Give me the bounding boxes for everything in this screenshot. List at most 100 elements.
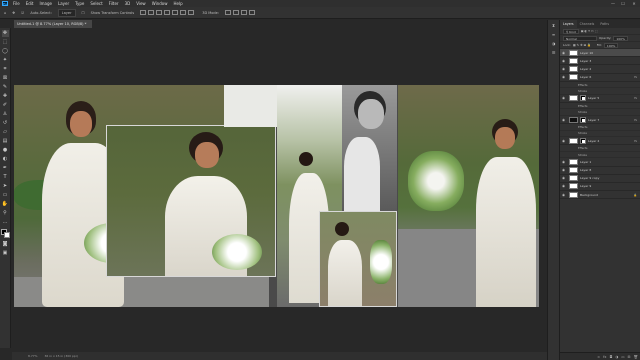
marquee-icon[interactable]: ⬚ — [2, 39, 9, 46]
history-brush-icon[interactable]: ↺ — [2, 120, 9, 127]
document-canvas[interactable] — [14, 85, 539, 307]
layer-mask-thumbnail[interactable] — [580, 116, 586, 123]
photo-small-portrait[interactable] — [319, 211, 397, 307]
fx-icon[interactable]: fx — [634, 75, 637, 79]
move-icon[interactable]: ✥ — [1, 30, 9, 37]
libraries-icon[interactable]: ☰ — [550, 49, 557, 56]
layer-row[interactable]: ◉ Layer 8 — [560, 167, 640, 175]
lock-icons[interactable]: ▦ ✎ ✥ ⊠ 🔒 — [573, 43, 591, 47]
opacity-field[interactable]: 100% — [613, 35, 628, 41]
zoom-icon[interactable]: ⚲ — [2, 210, 9, 217]
layer-row[interactable]: ◉ Background 🔒 — [560, 191, 640, 200]
filter-icons[interactable]: ▣ ◐ T ▭ ⬚ — [581, 29, 598, 33]
menu-window[interactable]: Window — [152, 1, 168, 6]
layer-row[interactable]: ◉ Layer 3 — [560, 57, 640, 66]
layer-row[interactable]: ◉ Layer 2 — [560, 65, 640, 74]
blur-icon[interactable]: ● — [2, 147, 9, 154]
add-style-icon[interactable]: fx — [603, 355, 606, 359]
kind-filter-dropdown[interactable]: ⚲ Kind — [563, 28, 579, 34]
delete-layer-icon[interactable]: 🗑 — [634, 355, 638, 359]
stamp-icon[interactable]: ♙ — [2, 111, 9, 118]
adjustments-icon[interactable]: ◑ — [550, 40, 557, 47]
home-icon[interactable]: ⌂ — [4, 11, 6, 15]
document-tab[interactable]: Untitled-1 @ 8.77% (Layer 10, RGB/8) * — [14, 20, 92, 28]
spot-healing-icon[interactable]: ✚ — [2, 93, 9, 100]
history-icon[interactable]: ⧗ — [550, 22, 557, 29]
layer-row[interactable]: ◉ Layer 9 copy — [560, 175, 640, 183]
menu-image[interactable]: Image — [39, 1, 52, 6]
eye-icon[interactable]: ◉ — [560, 160, 567, 164]
eyedropper-icon[interactable]: ✎ — [2, 84, 9, 91]
layer-name[interactable]: Layer 6 — [580, 75, 591, 79]
layer-row[interactable]: ◉ Layer 9 — [560, 183, 640, 192]
background-color[interactable] — [3, 232, 10, 238]
move-tool-icon[interactable]: ✥ — [12, 11, 15, 15]
layer-mask-thumbnail[interactable] — [580, 137, 586, 144]
menu-layer[interactable]: Layer — [58, 1, 69, 6]
dodge-icon[interactable]: ◐ — [2, 156, 9, 163]
layer-row[interactable]: ◉ Layer 1 — [560, 158, 640, 167]
color-swatches[interactable] — [0, 229, 10, 238]
eye-icon[interactable]: ◉ — [560, 51, 567, 55]
frame-icon[interactable]: ⊠ — [2, 75, 9, 82]
quick-mask-icon[interactable]: ◙ — [2, 241, 9, 248]
blend-mode-dropdown[interactable]: Normal — [563, 35, 597, 41]
menu-help[interactable]: Help — [173, 1, 182, 6]
eye-icon[interactable]: ◉ — [560, 193, 567, 197]
show-transform-checkbox[interactable]: ☐ — [82, 11, 85, 15]
zoom-level[interactable]: 8.77% — [28, 354, 38, 358]
gradient-icon[interactable]: ▤ — [2, 138, 9, 145]
maximize-icon[interactable]: ☐ — [618, 0, 628, 7]
layer-name[interactable]: Layer 8 — [580, 168, 591, 172]
more-tools-icon[interactable]: … — [2, 219, 9, 226]
layer-name[interactable]: Layer 4 — [588, 139, 599, 143]
menu-file[interactable]: File — [13, 1, 20, 6]
pen-icon[interactable]: ✒ — [2, 165, 9, 172]
tab-paths[interactable]: Paths — [597, 20, 612, 28]
eye-icon[interactable]: ◉ — [560, 118, 567, 122]
rectangle-icon[interactable]: ▭ — [2, 192, 9, 199]
adjustment-layer-icon[interactable]: ◑ — [615, 355, 618, 359]
menu-3d[interactable]: 3D — [125, 1, 131, 6]
photo-middle-portrait[interactable] — [106, 125, 276, 277]
auto-select-dropdown[interactable]: Layer — [57, 8, 76, 17]
fx-icon[interactable]: fx — [634, 118, 637, 122]
layer-row[interactable]: ◉ Layer 7 fx — [560, 116, 640, 125]
layer-name[interactable]: Layer 9 copy — [580, 176, 599, 180]
layer-name[interactable]: Layer 3 — [580, 59, 591, 63]
close-icon[interactable]: ✕ — [629, 0, 639, 7]
screen-mode-icon[interactable]: ▣ — [2, 250, 9, 257]
new-layer-icon[interactable]: ⊞ — [628, 355, 631, 359]
align-icons[interactable] — [140, 9, 196, 16]
photo-right-full-length[interactable] — [398, 85, 539, 307]
crop-icon[interactable]: ⌗ — [2, 66, 9, 73]
magic-wand-icon[interactable]: ✦ — [2, 57, 9, 64]
layer-row[interactable]: ◉ Layer 4 fx — [560, 137, 640, 146]
layer-name[interactable]: Layer 5 — [588, 96, 599, 100]
layer-name[interactable]: Layer 7 — [588, 118, 599, 122]
tab-layers[interactable]: Layers — [560, 20, 577, 28]
menu-type[interactable]: Type — [75, 1, 84, 6]
eraser-icon[interactable]: ▱ — [2, 129, 9, 136]
add-mask-icon[interactable]: ◘ — [609, 355, 612, 359]
eye-icon[interactable]: ◉ — [560, 139, 567, 143]
path-select-icon[interactable]: ➤ — [2, 183, 9, 190]
menu-edit[interactable]: Edit — [26, 1, 34, 6]
link-layers-icon[interactable]: ∞ — [597, 355, 600, 359]
eye-icon[interactable]: ◉ — [560, 67, 567, 71]
eye-icon[interactable]: ◉ — [560, 75, 567, 79]
layer-row[interactable]: ◉ Layer 10 — [560, 49, 640, 58]
layer-name[interactable]: Layer 1 — [580, 160, 591, 164]
layer-name[interactable]: Background — [580, 193, 598, 197]
hand-icon[interactable]: ✋ — [2, 201, 9, 208]
layer-mask-thumbnail[interactable] — [580, 95, 586, 102]
menu-view[interactable]: View — [136, 1, 146, 6]
layer-name[interactable]: Layer 10 — [580, 51, 593, 55]
eye-icon[interactable]: ◉ — [560, 184, 567, 188]
fx-icon[interactable]: fx — [634, 139, 637, 143]
fx-icon[interactable]: fx — [634, 96, 637, 100]
eye-icon[interactable]: ◉ — [560, 176, 567, 180]
layer-row[interactable]: ◉ Layer 5 fx — [560, 95, 640, 103]
eye-icon[interactable]: ◉ — [560, 96, 567, 100]
3d-mode-icons[interactable] — [224, 9, 257, 16]
